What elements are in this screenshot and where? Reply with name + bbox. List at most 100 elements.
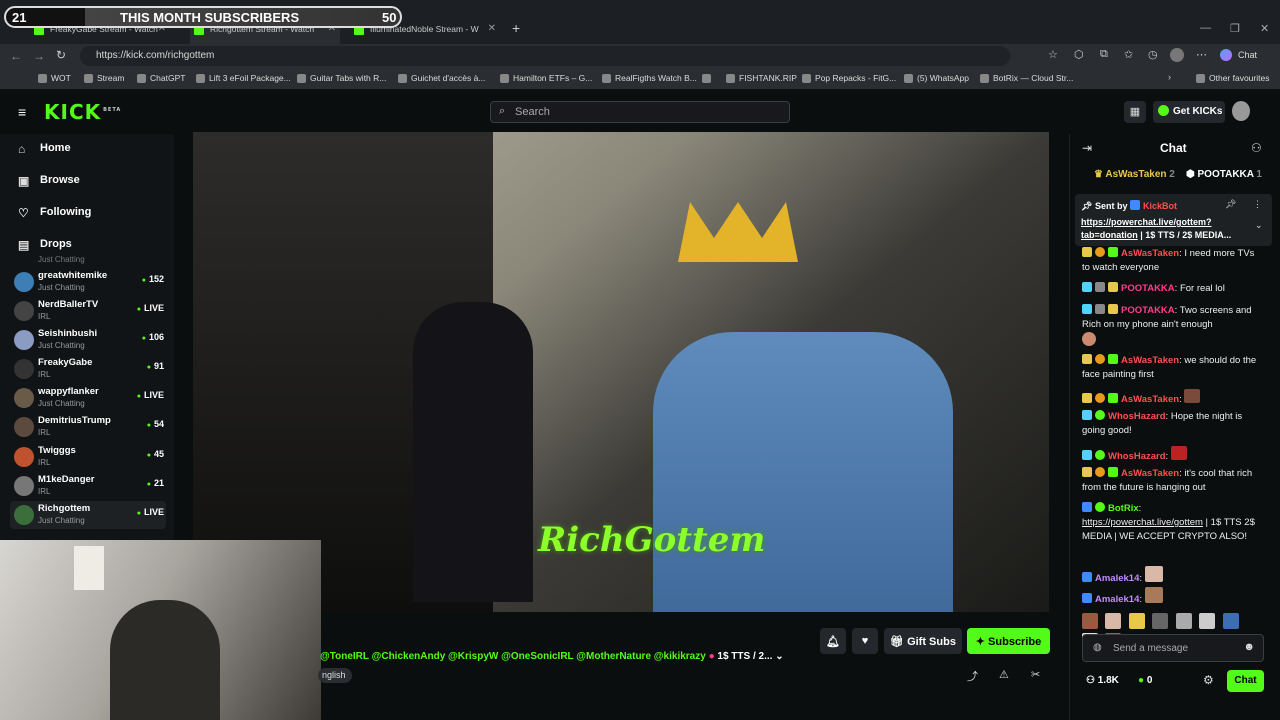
pinned-message[interactable]: 📌︎ Sent by KickBot 📌︎ ⋮ https://powercha… [1075, 194, 1272, 246]
favorites-icon[interactable]: ✩ [1124, 48, 1133, 61]
subscribe-button[interactable]: ✦ Subscribe [967, 628, 1050, 654]
bookmark[interactable]: WOT [38, 73, 71, 83]
copilot-icon[interactable] [1220, 49, 1232, 61]
sidebar-channel[interactable]: Twigggs IRL 45 [14, 443, 166, 471]
bookmark[interactable]: Guitar Tabs with R... [297, 73, 386, 83]
user-avatar[interactable] [1232, 101, 1250, 121]
chat-message[interactable]: Amalek14: [1082, 566, 1260, 586]
emote-icon[interactable] [1128, 613, 1145, 629]
nav-home[interactable]: ⌂ Home [18, 142, 71, 156]
emoji-icon[interactable]: ☻ [1243, 641, 1255, 653]
top-gifter[interactable]: ⬢ POOTAKKA 1 [1186, 169, 1262, 180]
chat-users-icon[interactable]: ⚇ [1251, 141, 1262, 155]
back-icon[interactable]: ← [10, 49, 22, 63]
chat-message[interactable]: WhosHazard: Hope the night is going good… [1082, 410, 1260, 438]
dashboard-icon[interactable]: ▦ [1124, 101, 1146, 123]
settings-gear-icon[interactable]: ⚙ [1203, 673, 1214, 687]
chat-message[interactable]: AsWasTaken: [1082, 389, 1260, 407]
bookmark[interactable]: Guichet d'accès à... [398, 73, 485, 83]
chat-username[interactable]: WhosHazard [1108, 451, 1166, 462]
favorite-star-icon[interactable]: ☆ [1048, 48, 1058, 61]
chat-message[interactable]: WhosHazard: [1082, 446, 1260, 464]
url-field[interactable]: https://kick.com/richgottem [80, 46, 1010, 66]
sidebar-channel[interactable]: Seishinbushi Just Chatting 106 [14, 326, 166, 354]
share-icon[interactable]: ⤴ [967, 668, 978, 684]
gift-subs-button[interactable]: 🎁︎ Gift Subs [884, 628, 962, 654]
chevron-down-icon[interactable]: ⌄ [775, 651, 783, 662]
chat-message[interactable]: AsWasTaken: we should do the face painti… [1082, 354, 1260, 382]
nav-browse[interactable]: ▣ Browse [18, 174, 80, 188]
get-kicks-button[interactable]: Get KICKs [1153, 101, 1225, 123]
collapse-chat-icon[interactable]: ⇥ [1082, 141, 1092, 155]
chevron-down-icon[interactable]: ⌄ [1255, 220, 1263, 231]
chat-username[interactable]: POOTAKKA [1121, 283, 1175, 294]
emote-icon[interactable] [1152, 613, 1169, 629]
chat-message[interactable]: Amalek14: [1082, 587, 1260, 607]
chat-username[interactable]: POOTAKKA [1121, 305, 1175, 316]
minimize-icon[interactable]: — [1200, 22, 1211, 34]
bookmark[interactable]: ChatGPT [137, 73, 185, 83]
chat-username[interactable]: AsWasTaken [1121, 394, 1179, 405]
chat-message[interactable]: AsWasTaken: I need more TVs to watch eve… [1082, 247, 1260, 275]
emote-icon[interactable] [1105, 613, 1122, 629]
chat-link[interactable]: https://powerchat.live/gottem [1082, 517, 1203, 528]
sidebar-channel[interactable]: greatwhitemike Just Chatting 152 [14, 268, 166, 296]
search-input[interactable]: ⌕ Search [490, 101, 790, 123]
chat-username[interactable]: AsWasTaken [1121, 468, 1179, 479]
close-window-icon[interactable]: ✕ [1260, 22, 1269, 35]
more-icon[interactable]: ⋮ [1253, 199, 1262, 210]
other-favourites[interactable]: Other favourites [1196, 73, 1269, 83]
kicks-balance[interactable]: ● 0 [1138, 675, 1152, 686]
menu-icon[interactable]: ≡ [18, 104, 26, 120]
kick-logo[interactable]: KICK BETA [44, 100, 121, 124]
bookmark[interactable]: (5) WhatsApp [904, 73, 969, 83]
stream-title[interactable]: @ToneIRL @ChickenAndy @KrispyW @OneSonic… [320, 651, 784, 662]
chevron-right-icon[interactable]: › [1168, 72, 1171, 82]
sidebar-channel-active[interactable]: Richgottem Just Chatting LIVE [10, 501, 166, 529]
bookmark[interactable]: Lift 3 eFoil Package... [196, 73, 291, 83]
chat-username[interactable]: Amalek14 [1095, 573, 1139, 584]
unpin-icon[interactable]: 📌︎ [1225, 199, 1236, 210]
nav-drops[interactable]: ▤ Drops [18, 238, 72, 252]
bookmark[interactable]: RealFigths Watch B... [602, 73, 697, 83]
chat-message[interactable]: POOTAKKA: For real lol [1082, 282, 1260, 296]
chat-message[interactable]: AsWasTaken: it's cool that rich from the… [1082, 467, 1260, 495]
chat-username[interactable]: AsWasTaken [1121, 355, 1179, 366]
chat-message[interactable]: POOTAKKA: Two screens and Rich on my pho… [1082, 304, 1260, 332]
chat-username[interactable]: WhosHazard [1108, 411, 1166, 422]
report-icon[interactable]: ⚠ [999, 668, 1009, 681]
bookmark[interactable]: BotRix — Cloud Str... [980, 73, 1073, 83]
sidebar-channel[interactable]: M1keDanger IRL 21 [14, 472, 166, 500]
sidebar-channel[interactable]: FreakyGabe IRL 91 [14, 355, 166, 383]
emote-icon[interactable] [1175, 613, 1192, 629]
nav-following[interactable]: ♡ Following [18, 206, 91, 220]
forward-icon[interactable]: → [33, 49, 45, 63]
collections-icon[interactable]: ⧉ [1100, 48, 1108, 61]
sidebar-channel[interactable]: DemitriusTrump IRL 54 [14, 413, 166, 441]
copilot-label[interactable]: Chat [1238, 50, 1257, 60]
sidebar-channel[interactable]: wappyflanker Just Chatting LIVE [14, 384, 166, 412]
refresh-icon[interactable]: ↻ [56, 48, 66, 62]
chat-message-input[interactable]: ◍ Send a message ☻ [1082, 634, 1264, 662]
history-icon[interactable]: ◷ [1148, 48, 1158, 61]
bookmark[interactable]: Stream [84, 73, 124, 83]
chat-username[interactable]: BotRix [1108, 503, 1139, 514]
emote-icon[interactable] [1082, 613, 1098, 629]
top-gifter[interactable]: ♛ AsWasTaken 2 [1094, 169, 1175, 180]
close-icon[interactable]: ✕ [488, 23, 496, 34]
send-chat-button[interactable]: Chat [1227, 670, 1264, 692]
restore-icon[interactable]: ❐ [1230, 22, 1240, 35]
chat-message[interactable]: BotRix: https://powerchat.live/gottem | … [1082, 502, 1260, 544]
more-icon[interactable]: ⋯ [1196, 48, 1207, 61]
bookmark[interactable]: Hamilton ETFs – G... [500, 73, 592, 83]
chat-username[interactable]: Amalek14 [1095, 594, 1139, 605]
bookmark[interactable]: FISHTANK.RIP [726, 73, 797, 83]
emote-icon[interactable] [1199, 613, 1216, 629]
profile-avatar[interactable] [1170, 48, 1184, 62]
extensions-icon[interactable]: ⬡ [1074, 48, 1084, 61]
notification-bell-button[interactable]: 🔔︎ [820, 628, 846, 654]
new-tab-button[interactable]: + [512, 20, 520, 36]
sidebar-channel[interactable]: NerdBallerTV IRL LIVE [14, 297, 166, 325]
bookmark[interactable]: Pop Repacks - FitG... [802, 73, 896, 83]
video-player[interactable]: RichGottem [193, 132, 1049, 612]
